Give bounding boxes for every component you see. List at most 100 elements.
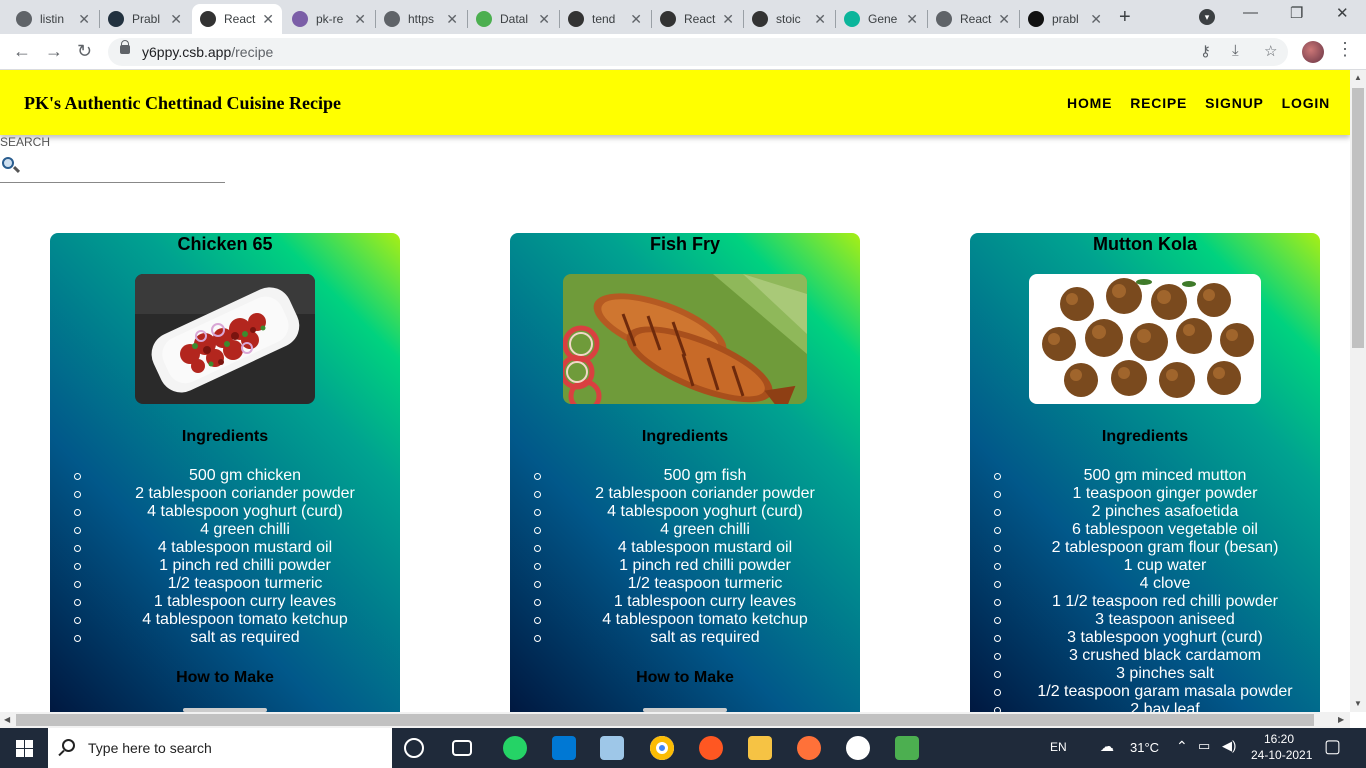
tab-title: React [960,12,992,26]
tab-close-icon[interactable]: ✕ [814,11,826,28]
browser-tab[interactable]: Datal ✕ [468,4,558,34]
nav-home-link[interactable]: HOME [1067,95,1112,111]
cortana-icon[interactable] [404,738,424,758]
scroll-down-icon[interactable]: ▼ [1354,699,1362,708]
menu-kebab-icon[interactable]: ⋮ [1336,39,1354,60]
horizontal-scrollbar[interactable]: ◀ ▶ [0,712,1350,728]
scroll-up-icon[interactable]: ▲ [1354,73,1362,82]
browser-tab[interactable]: stoic ✕ [744,4,834,34]
install-icon[interactable]: ⤓ [1232,42,1239,59]
windows-start-icon[interactable] [0,728,48,768]
horizontal-scroll-thumb[interactable] [16,714,1314,726]
postman-icon[interactable] [699,736,723,760]
browser-tab[interactable]: React ✕ [192,4,282,34]
key-icon[interactable]: ⚷ [1200,42,1211,60]
reload-icon[interactable]: ↻ [77,41,92,62]
taskbar-search-box[interactable]: Type here to search [48,728,392,768]
tab-close-icon[interactable]: ✕ [1090,11,1102,28]
volume-icon[interactable]: ◀) [1222,738,1236,754]
browser-tab[interactable]: listin ✕ [8,4,98,34]
ingredient-item: 1 pinch red chilli powder [50,557,400,575]
tab-title: listin [40,12,65,26]
url-text[interactable]: y6ppy.csb.app/recipe [142,44,273,60]
tab-close-icon[interactable]: ✕ [906,11,918,28]
temperature-label[interactable]: 31°C [1130,740,1159,755]
notifications-icon[interactable]: ▢ [1324,736,1341,757]
tab-close-icon[interactable]: ✕ [538,11,550,28]
scroll-right-icon[interactable]: ▶ [1338,715,1344,724]
file-explorer-icon[interactable] [748,736,772,760]
nodejs-icon[interactable] [895,736,919,760]
profile-avatar[interactable] [1302,41,1324,63]
network-icon[interactable]: ▭ [1198,738,1210,754]
ingredient-item: 4 green chilli [510,521,860,539]
tab-search-icon[interactable]: ▾ [1199,9,1215,25]
ingredient-item: 4 clove [970,575,1320,593]
vscode-icon[interactable] [552,736,576,760]
new-tab-button[interactable]: + [1119,6,1131,29]
weather-icon[interactable]: ☁ [1100,738,1114,755]
show-hidden-icons-icon[interactable]: ⌃ [1176,738,1188,755]
nav-signup-link[interactable]: SIGNUP [1205,95,1263,111]
browser-tab[interactable]: React ✕ [652,4,742,34]
vertical-scroll-thumb[interactable] [1352,88,1364,348]
scroll-left-icon[interactable]: ◀ [4,715,10,724]
close-window-icon[interactable]: ✕ [1336,4,1349,22]
browser-tab[interactable]: tend ✕ [560,4,650,34]
search-input[interactable] [22,153,222,175]
ingredients-list: 500 gm fish 2 tablespoon coriander powde… [510,467,860,647]
clock-date[interactable]: 24-10-2021 [1251,748,1312,762]
search-label: SEARCH [0,135,51,149]
task-view-icon[interactable] [452,740,472,756]
url-path: /recipe [231,44,274,60]
tab-favicon-icon [936,11,952,27]
bookmark-star-icon[interactable]: ☆ [1264,42,1277,60]
restore-icon[interactable]: ❐ [1290,4,1303,22]
omnibox[interactable]: y6ppy.csb.app/recipe ⚷ ⤓ ☆ [108,38,1288,66]
tab-close-icon[interactable]: ✕ [630,11,642,28]
mongodb-compass-icon[interactable] [846,736,870,760]
tab-close-icon[interactable]: ✕ [262,11,274,28]
tab-title: Prabl [132,12,161,26]
tab-separator [1019,10,1020,28]
lock-icon[interactable] [120,40,130,54]
tab-close-icon[interactable]: ✕ [998,11,1010,28]
browser-tab[interactable]: Prabl ✕ [100,4,190,34]
clock-time[interactable]: 16:20 [1264,732,1294,746]
chrome-icon[interactable] [650,736,674,760]
page-viewport: PK's Authentic Chettinad Cuisine Recipe … [0,70,1350,712]
tab-title: https [408,12,435,26]
ingredient-item: 4 tablespoon tomato ketchup [510,611,860,629]
tab-favicon-icon [660,11,676,27]
minimize-icon[interactable]: — [1243,4,1258,21]
tab-close-icon[interactable]: ✕ [170,11,182,28]
vertical-scrollbar[interactable]: ▲ ▼ [1350,70,1366,712]
tab-close-icon[interactable]: ✕ [78,11,90,28]
recipe-card-mutton-kola: Mutton Kola Ingredients 500 gm minced mu… [970,233,1320,712]
tab-separator [99,10,100,28]
tab-close-icon[interactable]: ✕ [354,11,366,28]
back-icon[interactable]: ← [13,41,31,62]
ingredient-item: 1/2 teaspoon turmeric [50,575,400,593]
nav-login-link[interactable]: LOGIN [1282,95,1330,111]
nav-recipe-link[interactable]: RECIPE [1130,95,1187,111]
language-indicator[interactable]: EN [1050,740,1067,754]
ingredient-item: 1 cup water [970,557,1320,575]
browser-tab[interactable]: Gene ✕ [836,4,926,34]
browser-tab[interactable]: React ✕ [928,4,1018,34]
tab-separator [559,10,560,28]
tab-close-icon[interactable]: ✕ [446,11,458,28]
browser-tab[interactable]: prabl ✕ [1020,4,1110,34]
notepad-icon[interactable] [600,736,624,760]
tab-title: prabl [1052,12,1079,26]
tab-close-icon[interactable]: ✕ [722,11,734,28]
recipe-image-fish-fry [563,274,807,404]
whatsapp-icon[interactable] [503,736,527,760]
browser-tab[interactable]: https ✕ [376,4,466,34]
ingredient-item: 500 gm fish [510,467,860,485]
forward-icon[interactable]: → [45,41,63,62]
browser-tab[interactable]: pk-re ✕ [284,4,374,34]
firefox-icon[interactable] [797,736,821,760]
site-brand[interactable]: PK's Authentic Chettinad Cuisine Recipe [24,93,341,114]
ingredient-item: 500 gm chicken [50,467,400,485]
